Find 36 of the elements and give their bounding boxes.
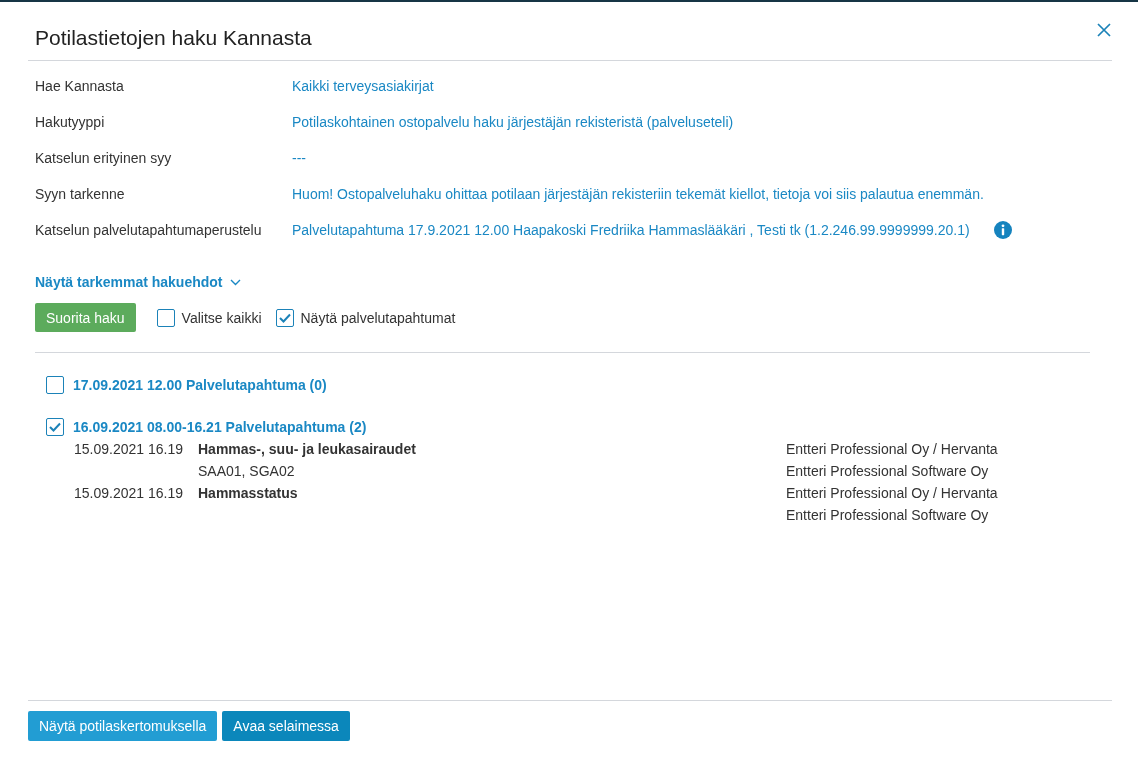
entry-organization: Entteri Professional Oy / Hervanta	[786, 484, 998, 503]
checkbox[interactable]	[46, 418, 64, 436]
checkbox[interactable]	[46, 376, 64, 394]
dialog-title: Potilastietojen haku Kannasta	[35, 25, 312, 51]
entry-time: 15.09.2021 16.19	[74, 440, 183, 459]
checkbox-label[interactable]: Valitse kaikki	[181, 309, 262, 326]
entry-title: Hammas-, suu- ja leukasairaudet	[198, 440, 416, 459]
advanced-search-toggle[interactable]: Näytä tarkemmat hakuehdot	[35, 272, 241, 292]
check-icon	[278, 312, 291, 323]
check-icon	[49, 422, 61, 432]
entry-title: Hammasstatus	[198, 484, 298, 503]
field-value: Potilaskohtainen ostopalvelu haku järjestäjän rekisteristä (palveluseteli)	[292, 114, 734, 130]
checkbox[interactable]	[156, 308, 175, 327]
action-button[interactable]: Avaa selaimessa	[222, 711, 350, 741]
entry-organization: Entteri Professional Oy / Hervanta	[786, 440, 998, 459]
entry-organization: Entteri Professional Software Oy	[786, 506, 989, 525]
field-label: Hae Kannasta	[35, 78, 125, 94]
field-value: Kaikki terveysasiakirjat	[292, 78, 434, 94]
field-label: Katselun erityinen syy	[35, 150, 173, 166]
field-label: Syyn tarkenne	[35, 186, 126, 202]
info-icon[interactable]	[993, 221, 1012, 239]
field-value: Huom! Ostopalveluhaku ohittaa potilaan järjestäjän rekisteriin tekemät kiellot, tietoja voi siis palautua enemmän.	[292, 186, 984, 202]
field-label: Hakutyyppi	[35, 114, 106, 130]
entry-time: 15.09.2021 16.19	[74, 484, 183, 503]
entry-codes: SAA01, SGA02	[198, 462, 295, 481]
service-event-title[interactable]: 17.09.2021 12.00 Palvelutapahtuma (0)	[73, 377, 327, 393]
checkbox-label[interactable]: Näytä palvelutapahtumat	[300, 309, 456, 326]
field-label: Katselun palvelutapahtumaperustelu	[35, 222, 263, 238]
field-value: ---	[292, 150, 306, 166]
entry-organization: Entteri Professional Software Oy	[786, 462, 989, 481]
search-button[interactable]: Suorita haku	[35, 303, 136, 332]
service-event-title[interactable]: 16.09.2021 08.00-16.21 Palvelutapahtuma (2)	[73, 419, 367, 435]
checkbox[interactable]	[275, 308, 294, 327]
field-value: Palvelutapahtuma 17.9.2021 12.00 Haapakoski Fredriika Hammaslääkäri , Testi tk (1.2.246.99.9999999.20.1)	[292, 222, 970, 238]
action-button[interactable]: Näytä potilaskertomuksella	[28, 711, 218, 741]
close-icon[interactable]	[1097, 23, 1111, 37]
